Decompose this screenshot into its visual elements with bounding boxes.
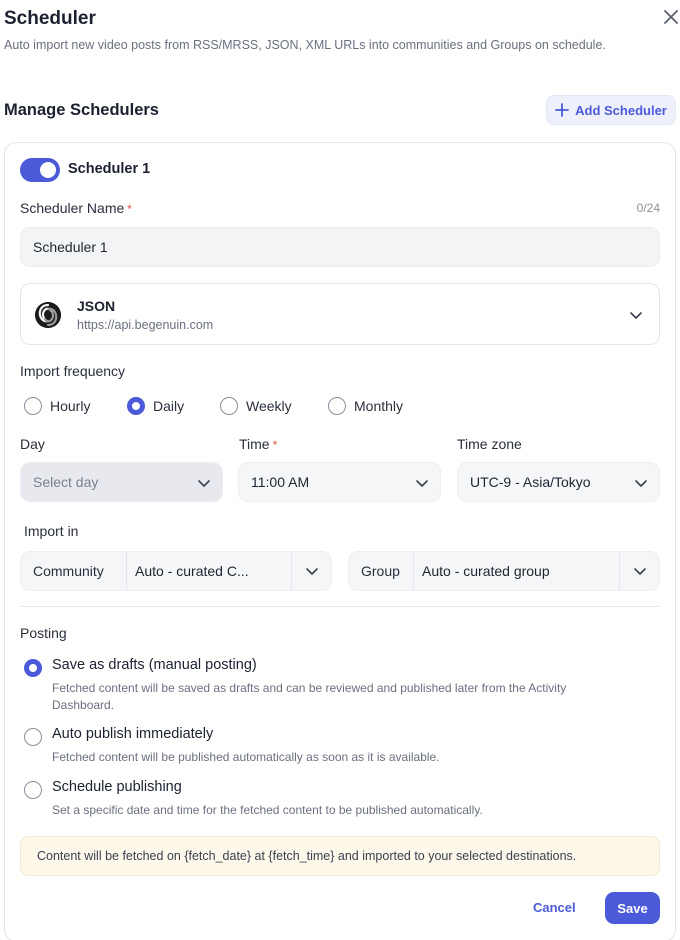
chevron-down-icon xyxy=(306,568,318,575)
import-in-label: Import in xyxy=(24,523,79,539)
time-select[interactable]: 11:00 AM xyxy=(238,462,441,502)
community-label: Community xyxy=(33,563,104,579)
group-arrow xyxy=(619,552,659,590)
source-name: JSON xyxy=(77,298,116,314)
time-select-value: 11:00 AM xyxy=(251,474,310,490)
timezone-select-value: UTC-9 - Asia/Tokyo xyxy=(470,474,591,490)
add-scheduler-label: Add Scheduler xyxy=(575,102,667,118)
scheduler-name-label-text: Scheduler Name xyxy=(20,200,125,216)
radio-schedule-publishing[interactable] xyxy=(24,781,42,799)
add-scheduler-button[interactable]: Add Scheduler xyxy=(546,95,676,125)
scheduler-dialog: Scheduler Auto import new video posts fr… xyxy=(0,0,680,940)
chevron-down-icon xyxy=(630,312,642,319)
import-frequency-label: Import frequency xyxy=(20,363,126,379)
radio-monthly[interactable] xyxy=(328,397,346,415)
time-label: Time * xyxy=(239,436,277,452)
auto-publish-title: Auto publish immediately xyxy=(52,726,214,742)
group-value: Auto - curated group xyxy=(413,552,619,590)
save-drafts-desc: Fetched content will be saved as drafts … xyxy=(52,681,567,712)
radio-weekly-label: Weekly xyxy=(246,398,292,414)
name-counter: 0/24 xyxy=(636,201,660,215)
chevron-down-icon xyxy=(198,480,210,487)
posting-label: Posting xyxy=(20,625,67,641)
divider xyxy=(20,606,660,607)
group-label: Group xyxy=(361,563,400,579)
schedule-publishing-title: Schedule publishing xyxy=(52,779,182,795)
radio-monthly-label: Monthly xyxy=(354,398,404,414)
radio-weekly[interactable] xyxy=(220,397,238,415)
day-label: Day xyxy=(20,436,45,452)
day-select[interactable]: Select day xyxy=(20,462,223,502)
cancel-button[interactable]: Cancel xyxy=(533,900,576,915)
save-button[interactable]: Save xyxy=(605,892,660,924)
radio-hourly-label: Hourly xyxy=(50,398,91,414)
scheduler-toggle[interactable] xyxy=(20,158,60,182)
source-url: https://api.begenuin.com xyxy=(77,318,214,332)
scheduler-title: Scheduler 1 xyxy=(68,161,151,177)
chevron-down-icon xyxy=(416,480,428,487)
required-mark: * xyxy=(127,202,132,216)
radio-save-drafts[interactable] xyxy=(24,659,42,677)
day-select-value: Select day xyxy=(33,474,99,490)
source-select[interactable]: JSON https://api.begenuin.com xyxy=(20,283,660,345)
radio-daily-label: Daily xyxy=(153,398,185,414)
community-select[interactable]: Community Auto - curated C... xyxy=(20,551,332,591)
chevron-down-icon xyxy=(634,568,646,575)
timezone-label: Time zone xyxy=(457,436,522,452)
save-drafts-title: Save as drafts (manual posting) xyxy=(52,657,257,673)
plus-icon xyxy=(555,103,570,117)
close-icon[interactable] xyxy=(662,8,680,26)
section-title: Manage Schedulers xyxy=(4,101,159,119)
community-value: Auto - curated C... xyxy=(126,552,291,590)
radio-daily[interactable] xyxy=(127,397,145,415)
required-mark: * xyxy=(272,438,278,452)
chevron-down-icon xyxy=(635,480,647,487)
fetch-notice: Content will be fetched on {fetch_date} … xyxy=(20,836,660,876)
community-arrow xyxy=(291,552,331,590)
group-select[interactable]: Group Auto - curated group xyxy=(348,551,660,591)
timezone-select[interactable]: UTC-9 - Asia/Tokyo xyxy=(457,462,660,502)
radio-hourly[interactable] xyxy=(24,397,42,415)
dialog-title: Scheduler xyxy=(4,8,96,29)
time-label-text: Time xyxy=(239,436,270,452)
scheduler-name-input[interactable]: Scheduler 1 xyxy=(20,227,660,267)
auto-publish-desc: Fetched content will be published automa… xyxy=(52,750,440,764)
scheduler-name-label: Scheduler Name * xyxy=(20,200,132,216)
dialog-subtitle: Auto import new video posts from RSS/MRS… xyxy=(4,38,606,52)
schedule-publishing-desc: Set a specific date and time for the fet… xyxy=(52,803,483,817)
json-logo-icon xyxy=(35,302,61,328)
radio-auto-publish[interactable] xyxy=(24,728,42,746)
